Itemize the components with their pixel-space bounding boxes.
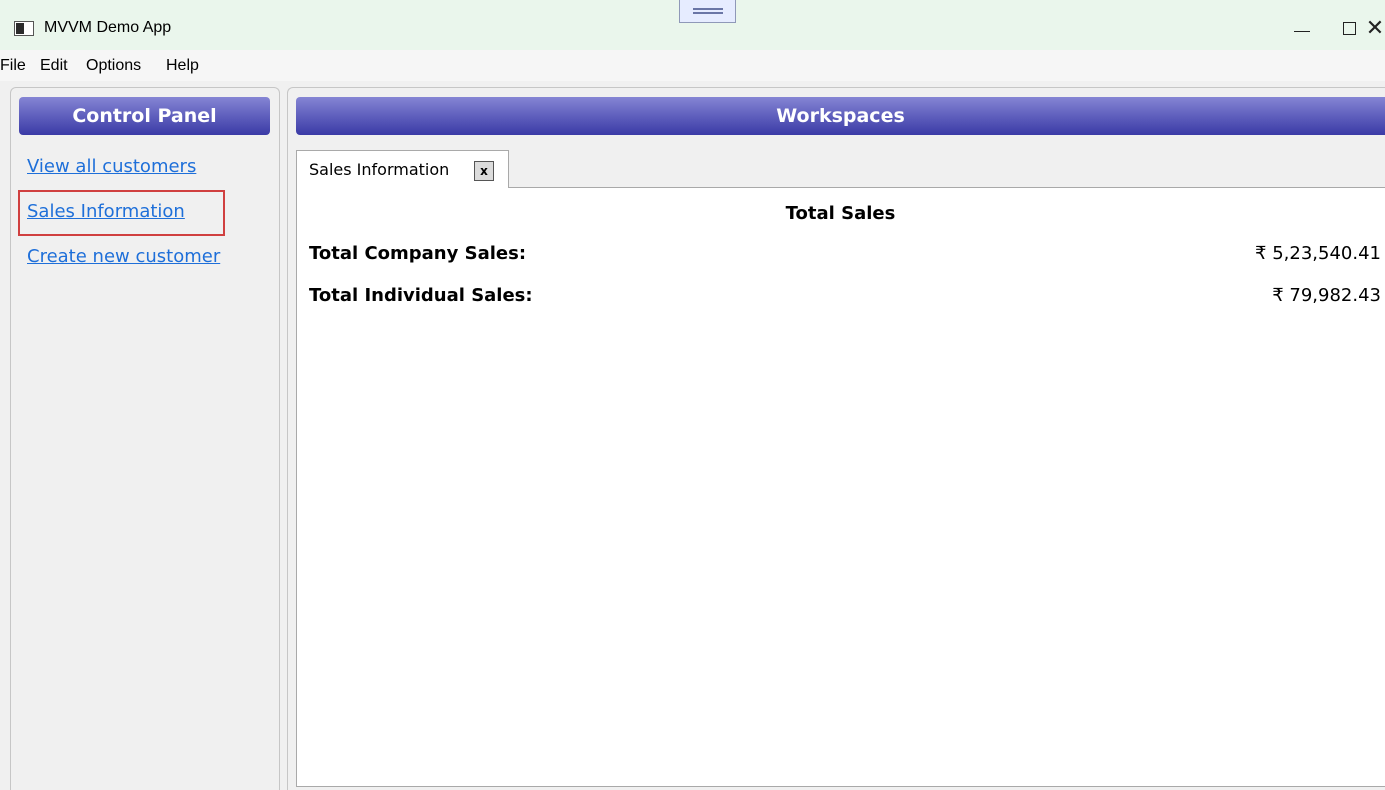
- menu-help[interactable]: Help: [166, 57, 199, 75]
- menu-bar: [0, 50, 1385, 81]
- tab-content: [296, 187, 1385, 787]
- close-button[interactable]: ✕: [1352, 12, 1385, 44]
- total-company-sales-value: ₹ 5,23,540.41: [1255, 243, 1381, 264]
- tab-label: Sales Information: [309, 160, 450, 179]
- total-sales-heading: Total Sales: [785, 203, 896, 224]
- close-icon: ✕: [1365, 15, 1385, 41]
- control-panel-header: Control Panel: [19, 97, 270, 135]
- total-individual-sales-value: ₹ 79,982.43: [1272, 285, 1381, 306]
- app-title: MVVM Demo App: [44, 19, 172, 36]
- menu-options[interactable]: Options: [86, 57, 141, 75]
- total-company-sales-label: Total Company Sales:: [309, 243, 527, 264]
- link-create-new-customer[interactable]: Create new customer: [27, 246, 220, 267]
- app-icon: [14, 21, 34, 36]
- selection-highlight: [18, 190, 225, 236]
- minimize-button[interactable]: [1279, 12, 1325, 44]
- menu-edit[interactable]: Edit: [40, 57, 68, 75]
- drag-handle-icon[interactable]: [679, 0, 736, 23]
- minimize-icon: [1294, 30, 1310, 32]
- tab-close-button[interactable]: x: [474, 161, 494, 181]
- link-view-all-customers[interactable]: View all customers: [27, 156, 196, 177]
- tab-sales-information[interactable]: Sales Information x: [296, 150, 509, 188]
- workspaces-header: Workspaces: [296, 97, 1385, 135]
- total-individual-sales-label: Total Individual Sales:: [309, 285, 533, 306]
- menu-file[interactable]: File: [0, 57, 26, 75]
